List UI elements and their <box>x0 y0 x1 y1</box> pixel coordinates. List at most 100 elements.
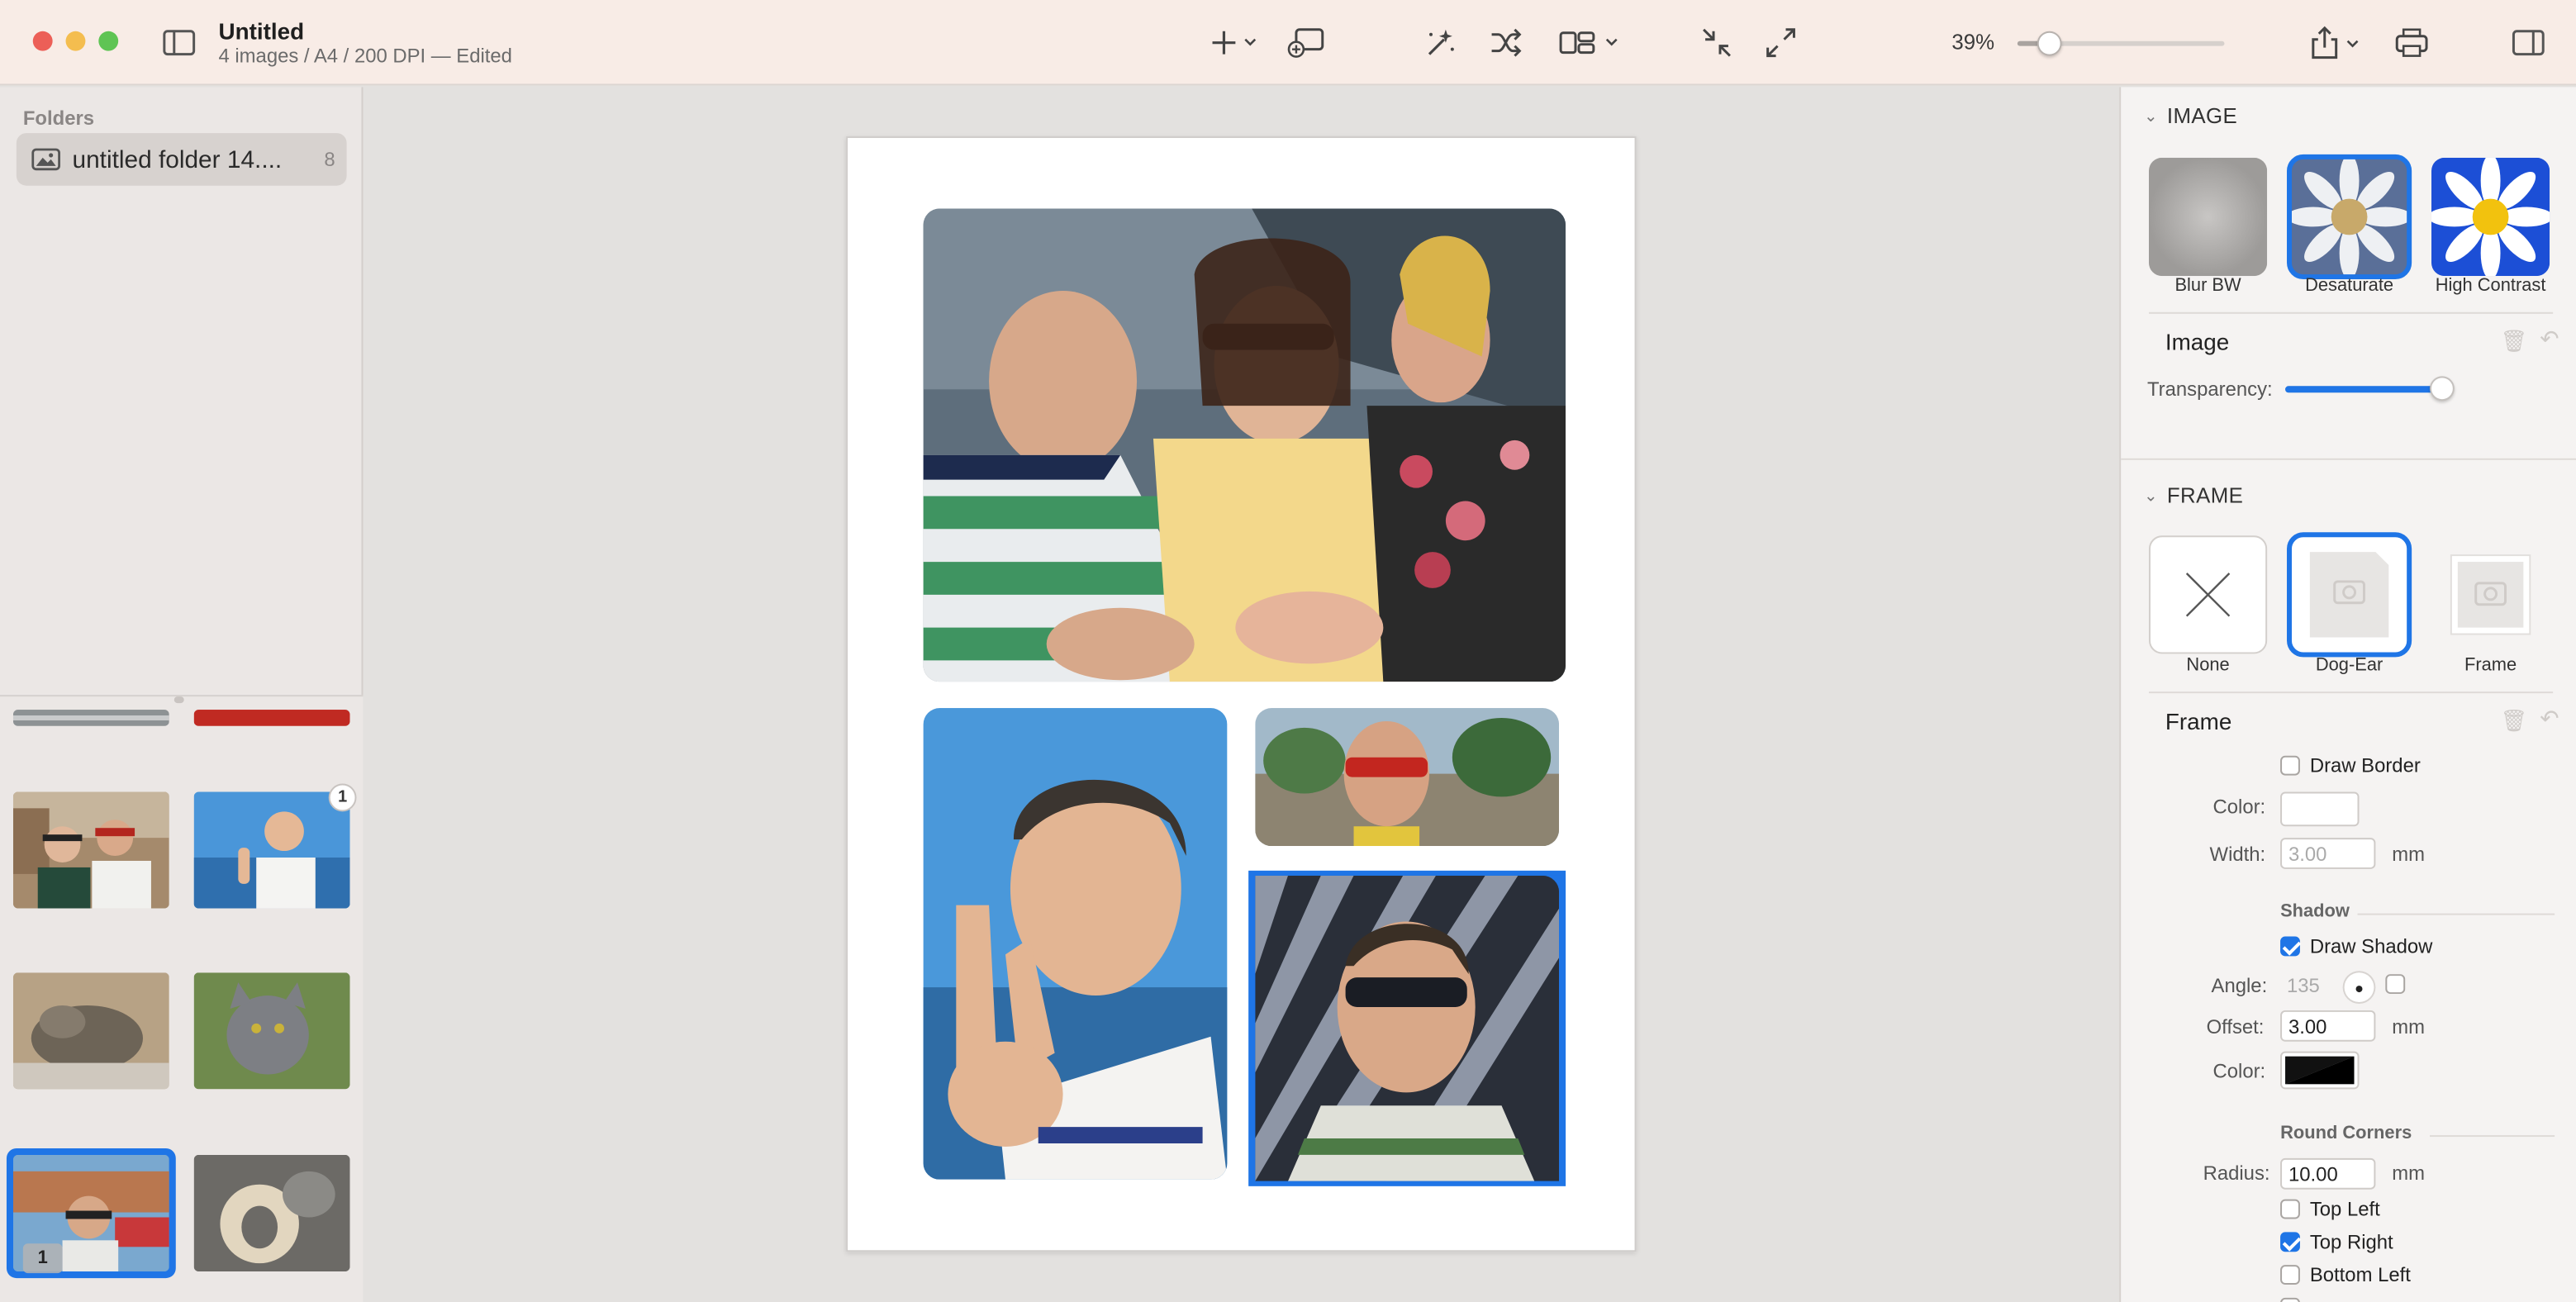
inspector-icon[interactable] <box>2510 23 2546 63</box>
thumbnail[interactable] <box>193 1154 350 1272</box>
magic-wand-icon[interactable] <box>1419 23 1459 63</box>
bottom-left-label: Bottom Left <box>2309 1263 2411 1287</box>
frame-subheader: Frame <box>2165 708 2232 734</box>
divider <box>2148 691 2554 694</box>
revert-icon[interactable]: ↶ <box>2540 705 2559 733</box>
minimize-button[interactable] <box>65 31 86 51</box>
share-icon[interactable] <box>2307 23 2366 63</box>
usage-badge: 1 <box>22 1243 63 1274</box>
top-left-label: Top Left <box>2309 1197 2380 1221</box>
top-left-checkbox[interactable] <box>2280 1199 2300 1219</box>
offset-field[interactable]: 3.00 <box>2280 1010 2376 1042</box>
folders-header: Folders <box>22 107 95 131</box>
thumbnail-partial[interactable] <box>12 710 169 726</box>
expand-icon[interactable] <box>1763 23 1799 63</box>
preset-label: Frame <box>2464 655 2517 676</box>
thumbnail[interactable] <box>193 972 350 1090</box>
draw-border-checkbox[interactable] <box>2280 755 2300 776</box>
angle-checkbox[interactable] <box>2385 974 2406 995</box>
thumbnail[interactable] <box>12 972 169 1090</box>
frame-section-header[interactable]: FRAME <box>2167 483 2243 508</box>
photo-folder-icon <box>31 146 61 181</box>
add-icon[interactable] <box>1208 23 1264 63</box>
page[interactable] <box>846 136 1637 1252</box>
transparency-slider[interactable] <box>2285 376 2455 402</box>
folder-item[interactable]: untitled folder 14.... 8 <box>16 133 347 186</box>
transparency-slider-knob[interactable] <box>2430 376 2455 402</box>
top-right-checkbox[interactable] <box>2280 1232 2300 1252</box>
zoom-window-button[interactable] <box>98 31 119 51</box>
zoom-slider[interactable] <box>2017 31 2225 56</box>
image-subheader: Image <box>2165 328 2230 355</box>
image-section-header[interactable]: IMAGE <box>2167 103 2237 128</box>
trash-icon[interactable]: 🗑 <box>2501 329 2528 355</box>
shadow-color-well[interactable] <box>2280 1051 2360 1090</box>
divider <box>2357 913 2555 915</box>
round-corners-header: Round Corners <box>2280 1124 2412 1144</box>
width-field[interactable]: 3.00 <box>2280 838 2376 869</box>
chevron-down-icon[interactable]: ⌄ <box>2144 108 2158 126</box>
angle-field[interactable]: 135 <box>2280 971 2336 1002</box>
title-bar: Untitled 4 images / A4 / 200 DPI — Edite… <box>0 0 2576 86</box>
usage-badge: 1 <box>328 783 357 812</box>
revert-icon[interactable]: ↶ <box>2540 326 2559 354</box>
draw-shadow-label: Draw Shadow <box>2309 934 2433 958</box>
preset-label: Blur BW <box>2174 276 2241 296</box>
offset-label: Offset: <box>2206 1015 2265 1038</box>
thumbnail[interactable] <box>193 791 350 909</box>
frame-frame[interactable] <box>2431 535 2550 654</box>
add-page-icon[interactable] <box>1285 23 1328 63</box>
preset-label: Dog-Ear <box>2315 655 2384 676</box>
inspector-panel: ⌄ IMAGE Blur BW Desaturate High Contrast… <box>2119 87 2576 1302</box>
thumbnail[interactable] <box>12 791 169 909</box>
preset-blur-bw[interactable] <box>2148 157 2268 277</box>
border-color-label: Color: <box>2212 795 2266 819</box>
transparency-label: Transparency: <box>2146 378 2273 402</box>
print-icon[interactable] <box>2392 23 2431 63</box>
photo-group-selfie[interactable] <box>923 208 1566 682</box>
trash-icon[interactable]: 🗑 <box>2501 708 2528 734</box>
photo-sunglasses-street[interactable] <box>1255 708 1560 847</box>
radius-label: Radius: <box>2203 1161 2270 1185</box>
preset-desaturate[interactable] <box>2287 154 2412 280</box>
document-title: Untitled <box>218 17 305 45</box>
folder-label: untitled folder 14.... <box>72 145 283 174</box>
preset-label: Desaturate <box>2305 276 2394 296</box>
frame-none[interactable] <box>2148 535 2268 654</box>
radius-field[interactable]: 10.00 <box>2280 1157 2376 1190</box>
sidebar-icon[interactable] <box>161 23 197 63</box>
divider <box>2121 458 2576 460</box>
divider <box>2148 311 2554 314</box>
width-label: Width: <box>2209 843 2266 866</box>
top-right-label: Top Right <box>2309 1230 2393 1254</box>
photo-selected-sunglasses[interactable] <box>1255 875 1560 1181</box>
bottom-right-checkbox[interactable] <box>2280 1297 2300 1302</box>
layout-icon[interactable] <box>1557 23 1623 63</box>
draw-border-label: Draw Border <box>2309 753 2421 777</box>
shuffle-icon[interactable] <box>1487 23 1527 63</box>
shadow-color-label: Color: <box>2212 1059 2266 1083</box>
frame-dog-ear[interactable] <box>2287 532 2412 658</box>
preset-label: None <box>2186 655 2230 676</box>
shadow-header: Shadow <box>2280 901 2350 922</box>
chevron-down-icon[interactable]: ⌄ <box>2144 488 2158 506</box>
preset-label: High Contrast <box>2435 276 2546 296</box>
zoom-slider-knob[interactable] <box>2037 31 2062 56</box>
preset-high-contrast[interactable] <box>2431 157 2550 277</box>
split-handle[interactable] <box>173 696 184 704</box>
draw-shadow-checkbox[interactable] <box>2280 936 2300 957</box>
radius-unit: mm <box>2392 1161 2426 1185</box>
sidebar: Folders untitled folder 14.... 8 1 1 <box>0 87 364 1302</box>
shrink-icon[interactable] <box>1699 23 1735 63</box>
border-color-well[interactable] <box>2280 791 2360 827</box>
document-subtitle: 4 images / A4 / 200 DPI — Edited <box>218 44 512 68</box>
thumbnail-grid: 1 1 <box>0 695 364 1302</box>
close-button[interactable] <box>32 31 53 51</box>
photo-peace-sign[interactable] <box>923 708 1228 1180</box>
width-unit: mm <box>2392 843 2426 866</box>
bottom-left-checkbox[interactable] <box>2280 1265 2300 1285</box>
angle-label: Angle: <box>2211 974 2268 998</box>
zoom-level: 39% <box>1951 29 1995 55</box>
thumbnail-partial[interactable] <box>193 710 350 726</box>
angle-dial[interactable] <box>2344 972 2374 1002</box>
